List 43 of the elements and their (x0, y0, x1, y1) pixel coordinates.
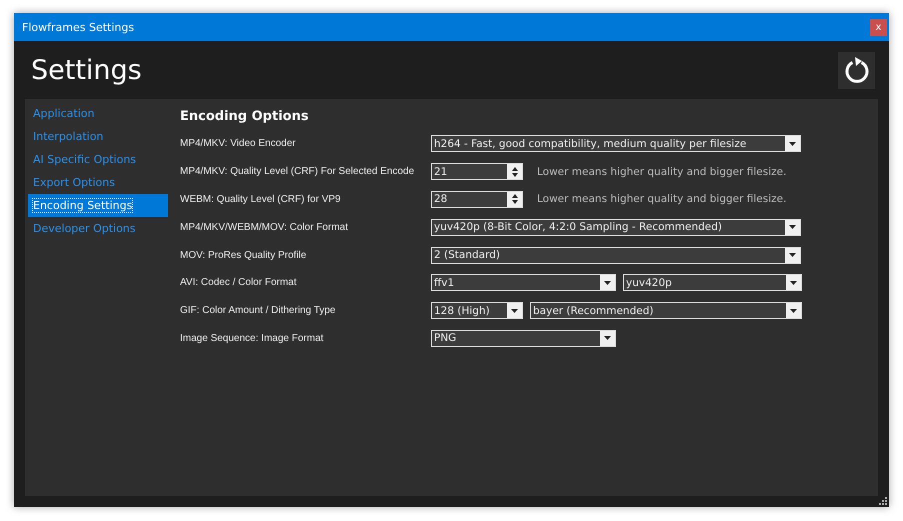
dropdown[interactable]: yuv420p (8-Bit Color, 4:2:0 Sampling - Recommended) (431, 218, 801, 236)
section-title: Encoding Options (180, 109, 310, 124)
caret-icon (785, 220, 800, 235)
reset-icon (842, 56, 870, 84)
caret-icon (785, 248, 800, 263)
sidebar-item[interactable]: Application (28, 102, 168, 125)
resize-grip-icon[interactable] (879, 497, 887, 505)
reset-button[interactable] (838, 52, 875, 88)
caret-icon (785, 136, 800, 152)
dropdown[interactable]: yuv420p (623, 274, 802, 292)
caret-icon (507, 303, 522, 318)
caret-icon (600, 275, 615, 290)
dropdown[interactable]: PNG (431, 330, 616, 347)
hint-text: Lower means higher quality and bigger filesize. (537, 166, 786, 178)
hint-text: Lower means higher quality and bigger filesize. (537, 193, 786, 206)
window-title: Flowframes Settings (22, 20, 134, 34)
number-field[interactable]: 28 (431, 190, 523, 208)
setting-label: MP4/MKV: Video Encoder (180, 138, 297, 150)
setting-label: WEBM: Quality Level (CRF) for VP9 (180, 194, 342, 205)
dropdown[interactable]: bayer (Recommended) (530, 302, 802, 320)
sidebar-item[interactable]: AI Specific Options (28, 148, 168, 171)
caret-icon (600, 330, 615, 346)
caret-icon (786, 275, 801, 290)
dropdown[interactable]: h264 - Fast, good compatibility, medium quality per filesize (431, 135, 801, 152)
setting-label: MP4/MKV: Quality Level (CRF) For Selected Encode (180, 166, 416, 178)
dropdown[interactable]: 2 (Standard) (431, 246, 801, 264)
sidebar-item[interactable]: Encoding Settings (28, 194, 168, 217)
setting-label: GIF: Color Amount / Dithering Type (180, 305, 336, 316)
caret-icon (786, 303, 801, 318)
sidebar-item[interactable]: Export Options (28, 171, 168, 194)
setting-label: Image Sequence: Image Format (180, 332, 324, 344)
setting-label: MP4/MKV/WEBM/MOV: Color Format (180, 222, 349, 233)
spinner-arrows-icon (507, 192, 522, 207)
number-field[interactable]: 21 (431, 163, 523, 180)
close-button[interactable]: x (870, 18, 887, 36)
setting-label: MOV: ProRes Quality Profile (180, 250, 308, 261)
setting-label: AVI: Codec / Color Format (180, 277, 298, 288)
page-title: Settings (31, 54, 142, 86)
sidebar-item[interactable]: Interpolation (28, 125, 168, 148)
dropdown[interactable]: ffv1 (431, 274, 616, 292)
spinner-arrows-icon (507, 164, 522, 180)
sidebar-item[interactable]: Developer Options (28, 217, 168, 240)
dropdown[interactable]: 128 (High) (431, 302, 523, 320)
